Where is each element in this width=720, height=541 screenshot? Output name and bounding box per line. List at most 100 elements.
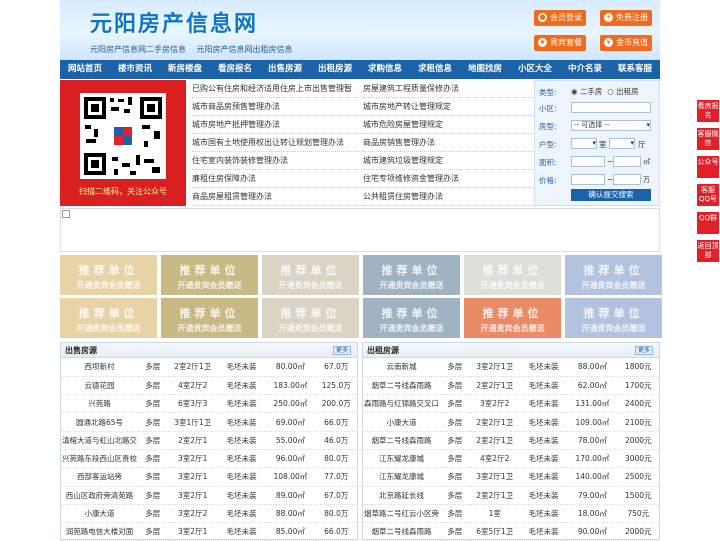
- more-button[interactable]: 更多: [635, 346, 653, 355]
- nav-news[interactable]: 楼市资讯: [110, 60, 160, 79]
- vip-package-button[interactable]: ★ 贵宾套餐: [534, 35, 586, 51]
- table-cell[interactable]: 北京路延长线: [363, 486, 440, 505]
- sublink-sale[interactable]: 元阳房产信息网二手房信息: [90, 45, 186, 54]
- table-cell[interactable]: 烟草路二号红云小区旁: [363, 504, 440, 524]
- recommend-tile[interactable]: 推荐单位 开通贵宾会员赠送: [60, 298, 157, 338]
- sale-row[interactable]: 兴苑路东段西山区贵校 多层 3室2厅1 毛坯未装 96.00㎡ 80.0万: [61, 449, 357, 469]
- news-link[interactable]: 商品房屋租赁管理办法: [192, 188, 362, 206]
- recommend-tile[interactable]: 推荐单位 开通贵宾会员赠送: [60, 255, 157, 295]
- recommend-tile[interactable]: 推荐单位 开通贵宾会员赠送: [262, 298, 359, 338]
- sale-row[interactable]: 兴苑路 多层 6室3厅3 毛坯未装 250.00㎡ 200.0万: [61, 394, 357, 414]
- rent-row[interactable]: 江东耀龙康城 多层 4室2厅2 毛坯未装 170.00㎡ 3000元: [363, 449, 659, 469]
- rent-row[interactable]: 江东耀龙康城 多层 3室2厅1卫 毛坯未装 140.00㎡ 2500元: [363, 467, 659, 487]
- recommend-tile[interactable]: 推荐单位 开通贵宾会员赠送: [565, 298, 662, 338]
- sale-row[interactable]: 西坝新村 多层 2室2厅1卫 毛坯未装 80.00㎡ 67.0万: [61, 358, 357, 377]
- nav-viewing-signup[interactable]: 看房报名: [210, 60, 260, 79]
- news-link[interactable]: 已购公有住房和经济适用住房上市出售管理暂: [192, 80, 362, 98]
- price-max-input[interactable]: [613, 174, 641, 185]
- nav-wanted-rent[interactable]: 求租信息: [410, 60, 460, 79]
- radio-rental[interactable]: ○ 出租房: [605, 87, 638, 96]
- news-link[interactable]: 城市房地产转让管理规定: [363, 98, 533, 116]
- nav-rent[interactable]: 出租房源: [310, 60, 360, 79]
- side-float-button[interactable]: 客服微信: [697, 128, 719, 150]
- side-float-button[interactable]: 返回顶部: [697, 240, 719, 262]
- table-cell[interactable]: 兴苑路: [61, 394, 138, 414]
- recommend-tile[interactable]: 推荐单位 开通贵宾会员赠送: [161, 298, 258, 338]
- rent-row[interactable]: 云南新城 多层 3室2厅1卫 毛坯未装 88.00㎡ 1800元: [363, 358, 659, 377]
- side-float-button[interactable]: 客服QQ号: [697, 184, 719, 206]
- sale-row[interactable]: 滇榕大道与虹山北路交 多层 2室2厅1 毛坯未装 55.00㎡ 46.0万: [61, 431, 357, 450]
- recommend-tile[interactable]: 推荐单位 开通贵宾会员赠送: [363, 298, 460, 338]
- news-link[interactable]: 城市房地产抵押管理办法: [192, 116, 362, 134]
- table-cell[interactable]: 西部客运站旁: [61, 467, 138, 487]
- rent-row[interactable]: 小康大道 多层 2室2厅1卫 毛坯未装 109.00㎡ 2100元: [363, 412, 659, 432]
- side-float-button[interactable]: 公众号: [697, 156, 719, 178]
- news-link[interactable]: 廉租住房保障办法: [192, 170, 362, 188]
- community-input[interactable]: [571, 102, 651, 113]
- area-min-input[interactable]: [571, 156, 605, 167]
- nav-sale[interactable]: 出售房源: [260, 60, 310, 79]
- news-link[interactable]: 商品房销售管理办法: [363, 134, 533, 152]
- sale-row[interactable]: 圆通北路65号 多层 3室1厅1卫 毛坯未装 69.00㎡ 66.0万: [61, 412, 357, 432]
- news-link[interactable]: 城市危险房屋管理规定: [363, 116, 533, 134]
- sale-row[interactable]: 云德花园 多层 4室2厅2 毛坯未装 183.00㎡ 125.0万: [61, 376, 357, 396]
- table-cell[interactable]: 西山区政府旁清苑路: [61, 486, 138, 505]
- rent-row[interactable]: 烟草二号线森雨路 多层 2室2厅1卫 毛坯未装 62.00㎡ 1700元: [363, 376, 659, 396]
- table-cell[interactable]: 江东耀龙康城: [363, 449, 440, 469]
- sale-row[interactable]: 西部客运站旁 多层 3室2厅1 毛坯未装 108.00㎡ 77.0万: [61, 467, 357, 487]
- news-link[interactable]: 城市建筑垃圾管理规定: [363, 152, 533, 170]
- site-logo[interactable]: 元阳房产信息网: [90, 6, 258, 38]
- nav-new-homes[interactable]: 新房楼盘: [160, 60, 210, 79]
- rent-row[interactable]: 烟草二号线森雨路 多层 2室2厅1卫 毛坯未装 78.00㎡ 2000元: [363, 431, 659, 450]
- table-cell[interactable]: 圆通北路65号: [61, 412, 138, 432]
- table-cell[interactable]: 云南新城: [363, 358, 440, 377]
- news-link[interactable]: 住宅室内装饰装修管理办法: [192, 152, 362, 170]
- rent-row[interactable]: 烟草二号线森雨路 多层 6室5厅1卫 毛坯未装 90.00㎡ 2000元: [363, 522, 659, 541]
- side-float-button[interactable]: QQ群: [697, 212, 719, 234]
- table-cell[interactable]: 小康大道: [61, 504, 138, 524]
- table-cell[interactable]: 烟草二号线森雨路: [363, 376, 440, 396]
- nav-map[interactable]: 地图找房: [460, 60, 510, 79]
- livingroom-select[interactable]: ▾: [609, 138, 635, 149]
- news-link[interactable]: 住宅专项维修资金管理办法: [363, 170, 533, 188]
- table-cell[interactable]: 江东耀龙康城: [363, 467, 440, 487]
- news-link[interactable]: 城市商品房预售管理办法: [192, 98, 362, 116]
- price-min-input[interactable]: [571, 174, 605, 185]
- table-cell[interactable]: 小康大道: [363, 412, 440, 432]
- room-type-select[interactable]: -- 可选择 -- ▾: [571, 120, 651, 131]
- table-cell[interactable]: 云德花园: [61, 376, 138, 396]
- recommend-tile[interactable]: 推荐单位 开通贵宾会员赠送: [464, 255, 561, 295]
- ad-banner[interactable]: [60, 208, 660, 252]
- table-cell[interactable]: 西坝新村: [61, 358, 138, 377]
- nav-communities[interactable]: 小区大全: [510, 60, 560, 79]
- rent-row[interactable]: 北京路延长线 多层 2室2厅1卫 毛坯未装 79.00㎡ 1500元: [363, 486, 659, 505]
- area-max-input[interactable]: [613, 156, 641, 167]
- table-cell[interactable]: 森雨路与红锦路交叉口: [363, 394, 440, 414]
- recommend-tile[interactable]: 推荐单位 开通贵宾会员赠送: [464, 298, 561, 338]
- more-button[interactable]: 更多: [333, 346, 351, 355]
- sale-row[interactable]: 润苑路电信大楼对面 多层 3室2厅1 毛坯未装 85.00㎡ 66.0万: [61, 522, 357, 541]
- recommend-tile[interactable]: 推荐单位 开通贵宾会员赠送: [161, 255, 258, 295]
- table-cell[interactable]: 兴苑路东段西山区贵校: [61, 449, 138, 469]
- nav-agents[interactable]: 中介名录: [560, 60, 610, 79]
- nav-wanted-buy[interactable]: 求购信息: [360, 60, 410, 79]
- rent-row[interactable]: 森雨路与红锦路交叉口 多层 3室2厅2 毛坯未装 131.00㎡ 2400元: [363, 394, 659, 414]
- news-link[interactable]: 城市国有土地使用权出让转让规划管理办法: [192, 134, 362, 152]
- table-cell[interactable]: 润苑路电信大楼对面: [61, 522, 138, 541]
- login-button[interactable]: ● 会员登录: [534, 10, 586, 26]
- sale-row[interactable]: 西山区政府旁清苑路 多层 3室2厅1 毛坯未装 89.00㎡ 67.0万: [61, 486, 357, 505]
- nav-home[interactable]: 网站首页: [60, 60, 110, 79]
- news-link[interactable]: 公共租赁住房管理办法: [363, 188, 533, 206]
- recharge-button[interactable]: ¥ 金币充值: [600, 35, 652, 51]
- recommend-tile[interactable]: 推荐单位 开通贵宾会员赠送: [565, 255, 662, 295]
- nav-contact[interactable]: 联系客服: [610, 60, 660, 79]
- recommend-tile[interactable]: 推荐单位 开通贵宾会员赠送: [363, 255, 460, 295]
- table-cell[interactable]: 烟草二号线森雨路: [363, 431, 440, 450]
- table-cell[interactable]: 滇榕大道与虹山北路交: [61, 431, 138, 450]
- recommend-tile[interactable]: 推荐单位 开通贵宾会员赠送: [262, 255, 359, 295]
- search-submit-button[interactable]: 确认提交搜索: [571, 189, 651, 201]
- bedroom-select[interactable]: ▾: [571, 138, 597, 149]
- radio-secondhand[interactable]: ◉ 二手房: [571, 87, 602, 96]
- sale-row[interactable]: 小康大道 多层 3室2厅2 毛坯未装 88.00㎡ 80.0万: [61, 504, 357, 524]
- side-float-button[interactable]: 看房报名: [697, 100, 719, 122]
